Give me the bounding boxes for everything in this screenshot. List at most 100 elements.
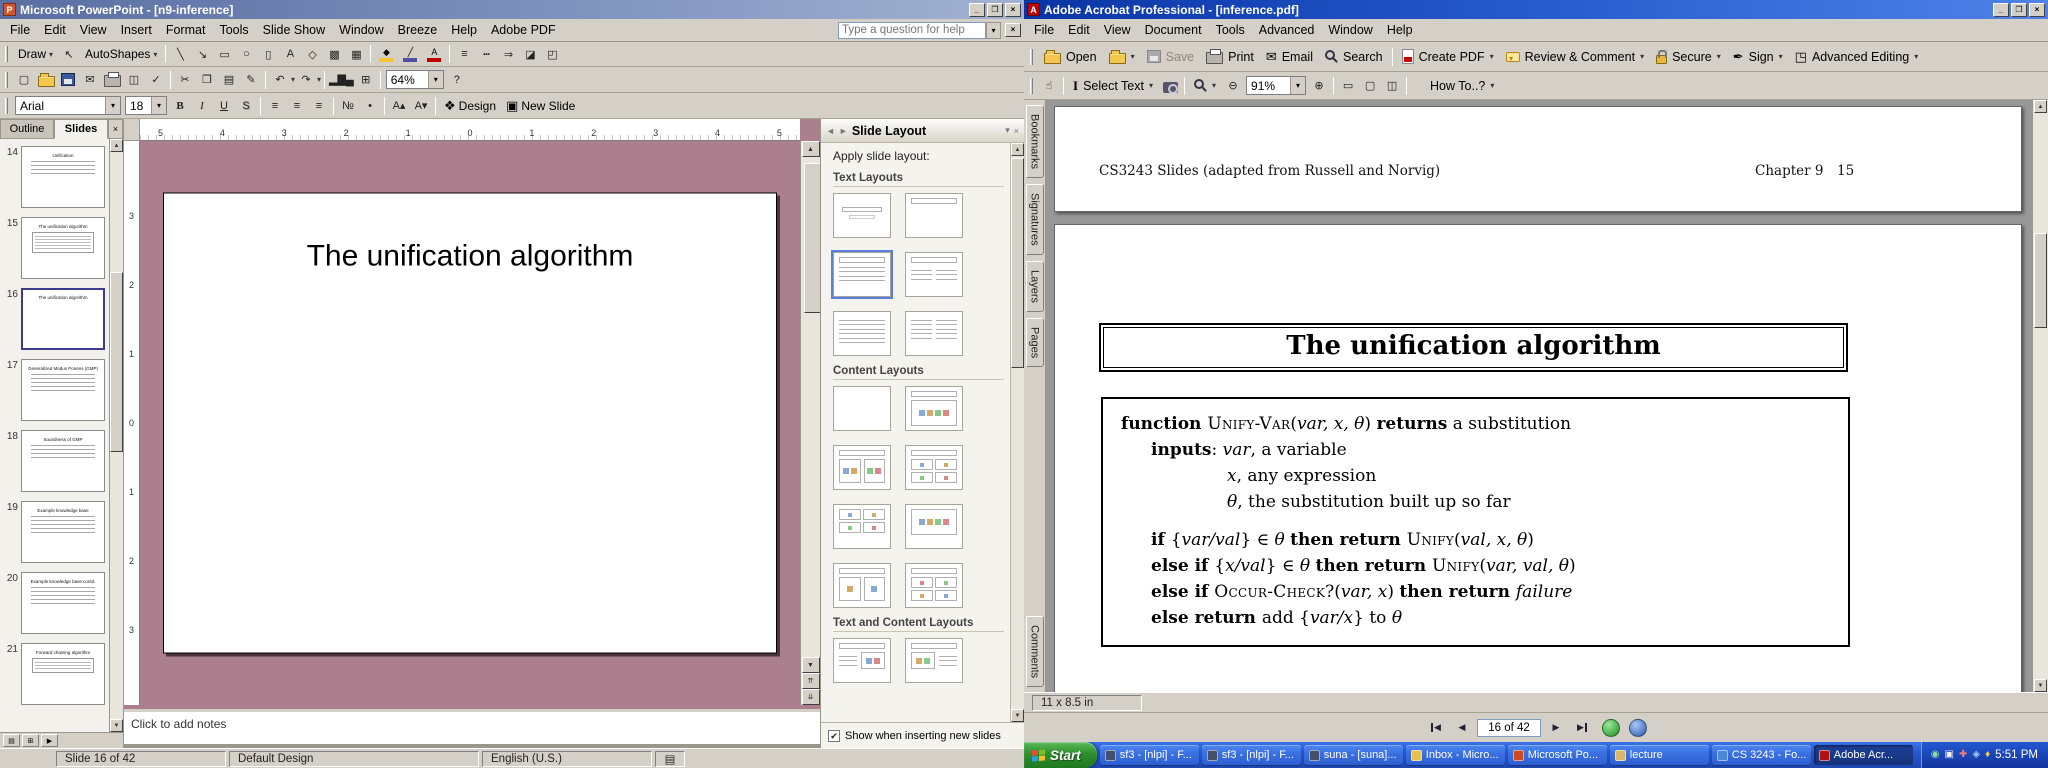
textbox-icon[interactable]: ▯	[257, 44, 279, 64]
italic-icon[interactable]: I	[191, 96, 213, 116]
minimize-button[interactable]: _	[1993, 3, 2009, 17]
organizer-button[interactable]: ▾	[1103, 45, 1141, 69]
toolbar-grip[interactable]	[1030, 49, 1033, 65]
scroll-down-icon[interactable]: ▼	[110, 719, 123, 732]
line-icon[interactable]: ╲	[169, 44, 191, 64]
menu-slide-show[interactable]: Slide Show	[256, 20, 333, 40]
close-presentation-button[interactable]: ×	[1005, 23, 1021, 37]
clipart-icon[interactable]: ▩	[323, 44, 345, 64]
tab-bookmarks[interactable]: Bookmarks	[1026, 105, 1044, 178]
layout-content-wide[interactable]	[905, 504, 963, 549]
layout-title-only[interactable]	[905, 193, 963, 238]
hand-tool-icon[interactable]: ☝	[1038, 76, 1060, 96]
redo-icon[interactable]: ↷	[295, 70, 317, 90]
zoom-combobox[interactable]: 64%▾	[386, 70, 444, 89]
rectangle-icon[interactable]: ▭	[213, 44, 235, 64]
bold-icon[interactable]: B	[169, 96, 191, 116]
diagram-icon[interactable]: ◇	[301, 44, 323, 64]
taskbar-button-inbox[interactable]: Inbox - Micro...	[1406, 745, 1505, 765]
open-button[interactable]: Open	[1038, 45, 1103, 69]
increase-font-icon[interactable]: A▴	[388, 96, 410, 116]
question-dropdown-icon[interactable]: ▾	[986, 22, 1001, 39]
slide-scrollbar[interactable]: ▲ ▼ ⇈ ⇊	[800, 141, 820, 705]
scrollbar-thumb[interactable]	[110, 272, 123, 452]
taskbar-button-lecture[interactable]: lecture	[1610, 745, 1709, 765]
next-slide-button[interactable]: ⇊	[802, 689, 820, 705]
menu-tools[interactable]: Tools	[1209, 20, 1252, 40]
taskpane-menu-icon[interactable]: ▾	[1005, 125, 1010, 136]
dash-style-icon[interactable]: ┅	[475, 44, 497, 64]
taskbar-button-cs3243[interactable]: CS 3243 - Fo...	[1712, 745, 1811, 765]
close-button[interactable]: ×	[1005, 3, 1021, 17]
taskbar-button-sf3-1[interactable]: sf3 - [nlpi] - F...	[1100, 745, 1199, 765]
tab-slides[interactable]: Slides	[54, 119, 108, 139]
design-button[interactable]: ❖Design	[439, 96, 501, 116]
oval-icon[interactable]: ○	[235, 44, 257, 64]
menu-insert[interactable]: Insert	[114, 20, 159, 40]
scrollbar-track[interactable]	[2034, 113, 2047, 679]
layout-blank[interactable]	[833, 386, 891, 431]
numbering-icon[interactable]: №	[337, 96, 359, 116]
sign-button[interactable]: ✒Sign▾	[1727, 45, 1789, 69]
how-to-button[interactable]: How To..?▾	[1424, 74, 1500, 98]
decrease-font-icon[interactable]: A▾	[410, 96, 432, 116]
scrollbar-thumb[interactable]	[1011, 158, 1024, 368]
menu-format[interactable]: Format	[159, 20, 213, 40]
menu-breeze[interactable]: Breeze	[391, 20, 445, 40]
open-icon[interactable]	[35, 70, 57, 90]
print-icon[interactable]	[101, 70, 123, 90]
menu-help[interactable]: Help	[444, 20, 484, 40]
font-name-combobox[interactable]: Arial▾	[15, 96, 121, 115]
save-icon[interactable]	[57, 70, 79, 90]
dropdown-arrow-icon[interactable]: ▾	[1290, 77, 1305, 94]
draw-menu-button[interactable]: Draw▾	[13, 44, 58, 64]
select-objects-icon[interactable]: ↖	[58, 44, 80, 64]
spelling-icon[interactable]: ✓	[145, 70, 167, 90]
menu-file[interactable]: File	[1027, 20, 1061, 40]
toolbar-grip[interactable]	[5, 72, 8, 88]
design-template-status[interactable]: Default Design	[229, 751, 479, 767]
layout-content-split[interactable]	[833, 563, 891, 608]
menu-edit[interactable]: Edit	[37, 20, 73, 40]
slide-thumbnail[interactable]: 21 Forward chaining algorithm	[3, 643, 107, 705]
paste-icon[interactable]: ▤	[218, 70, 240, 90]
menu-file[interactable]: File	[3, 20, 37, 40]
scrollbar-thumb[interactable]	[2034, 233, 2047, 328]
previous-view-button[interactable]	[1602, 719, 1620, 737]
layout-title-and-2col-text[interactable]	[905, 252, 963, 297]
picture-icon[interactable]: ▦	[345, 44, 367, 64]
menu-view[interactable]: View	[1097, 20, 1138, 40]
scroll-down-icon[interactable]: ▼	[2034, 679, 2047, 692]
layout-2col-text[interactable]	[905, 311, 963, 356]
review-comment-button[interactable]: Review & Comment▾	[1500, 45, 1650, 69]
toolbar-grip[interactable]	[5, 98, 8, 114]
arrow-style-icon[interactable]: ⇒	[497, 44, 519, 64]
copy-icon[interactable]: ❐	[196, 70, 218, 90]
search-button[interactable]: Search	[1319, 45, 1389, 69]
autoshapes-menu-button[interactable]: AutoShapes▾	[80, 44, 162, 64]
close-button[interactable]: ×	[2029, 3, 2045, 17]
zoom-level-combobox[interactable]: 91%▾	[1246, 76, 1306, 95]
tray-icon[interactable]: ♦	[1985, 750, 1990, 760]
page-number-box[interactable]: 16 of 42	[1477, 719, 1541, 737]
scroll-up-icon[interactable]: ▲	[802, 141, 820, 157]
menu-tools[interactable]: Tools	[212, 20, 255, 40]
start-button[interactable]: Start	[1024, 742, 1097, 768]
tab-signatures[interactable]: Signatures	[1026, 184, 1044, 255]
first-page-button[interactable]: ◀	[1425, 718, 1447, 738]
align-center-icon[interactable]: ≡	[286, 96, 308, 116]
zoom-tool-button[interactable]: ▾	[1188, 74, 1222, 98]
document-scrollbar[interactable]: ▲ ▼	[2032, 100, 2048, 692]
slide-thumbnail[interactable]: 20 Example knowledge base contd.	[3, 572, 107, 634]
menu-help[interactable]: Help	[1380, 20, 1420, 40]
zoom-out-icon[interactable]: ⊖	[1222, 76, 1244, 96]
dropdown-arrow-icon[interactable]: ▾	[105, 97, 120, 114]
tab-outline[interactable]: Outline	[0, 119, 54, 139]
menu-view[interactable]: View	[73, 20, 114, 40]
powerpoint-titlebar[interactable]: P Microsoft PowerPoint - [n9-inference] …	[0, 0, 1024, 19]
scrollbar-thumb[interactable]	[804, 163, 820, 313]
notes-pane[interactable]: Click to add notes	[124, 709, 820, 748]
snapshot-tool-icon[interactable]	[1159, 76, 1181, 96]
zoom-in-icon[interactable]: ⊕	[1308, 76, 1330, 96]
format-painter-icon[interactable]: ✎	[240, 70, 262, 90]
